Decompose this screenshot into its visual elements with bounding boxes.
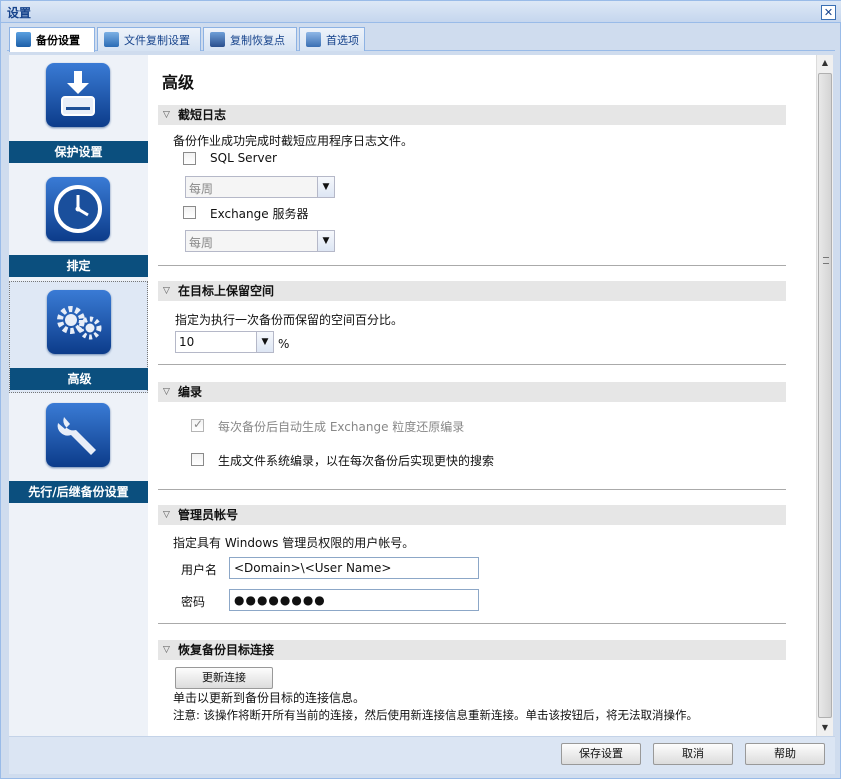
chevron-down-icon: ▼	[256, 332, 273, 352]
copy-recovery-point-icon	[210, 32, 225, 47]
section-header: 在目标上保留空间	[178, 284, 275, 298]
tab-label: 备份设置	[36, 34, 80, 47]
tab-backup-settings[interactable]: 备份设置	[9, 27, 95, 52]
exchange-catalog-label: 每次备份后自动生成 Exchange 粒度还原编录	[218, 420, 465, 434]
tab-bar: 备份设置 文件复制设置 复制恢复点 首选项	[7, 25, 835, 52]
hard-drive-download-icon	[46, 63, 110, 127]
grip-icon	[823, 257, 829, 264]
chevron-down-icon: ▼	[317, 177, 334, 197]
username-input[interactable]: <Domain>\<User Name>	[229, 557, 479, 579]
vertical-scrollbar[interactable]: ▲ ▼	[816, 55, 833, 736]
gears-icon	[47, 290, 111, 354]
save-settings-button[interactable]: 保存设置	[561, 743, 641, 765]
backup-icon	[16, 32, 31, 47]
tab-preferences[interactable]: 首选项	[299, 27, 365, 51]
password-input[interactable]: ●●●●●●●●	[229, 589, 479, 611]
username-label: 用户名	[181, 563, 218, 577]
collapse-triangle-icon: ▽	[163, 387, 170, 397]
reconnect-note: 注意: 该操作将断开所有当前的连接，然后使用新连接信息重新连接。单击该按钮后，将…	[173, 708, 699, 722]
sidebar-item-label: 高级	[10, 368, 149, 390]
sidebar-item-label: 先行/后继备份设置	[9, 481, 148, 503]
tab-label: 首选项	[326, 34, 359, 47]
tab-label: 复制恢复点	[230, 34, 285, 47]
scroll-thumb[interactable]	[818, 73, 832, 718]
preferences-icon	[306, 32, 321, 47]
tab-copy-recovery-point[interactable]: 复制恢复点	[203, 27, 297, 51]
reserve-percent-combo[interactable]: 10 ▼	[175, 331, 274, 353]
clock-icon	[46, 177, 110, 241]
chevron-down-icon: ▼	[317, 231, 334, 251]
section-header: 编录	[178, 385, 203, 399]
fs-catalog-label: 生成文件系统编录，以在每次备份后实现更快的搜索	[218, 454, 495, 468]
fs-catalog-checkbox[interactable]	[191, 453, 204, 466]
section-admin-account[interactable]: ▽ 管理员帐号	[158, 505, 786, 525]
exchange-frequency-select[interactable]: 每周 ▼	[185, 230, 335, 252]
sidebar-item-advanced[interactable]: 高级	[9, 281, 149, 393]
select-value: 每周	[189, 236, 214, 250]
section-header: 截短日志	[178, 108, 227, 122]
divider	[158, 265, 786, 266]
sidebar-item-label: 排定	[9, 255, 148, 277]
collapse-triangle-icon: ▽	[163, 510, 170, 520]
scroll-up-icon[interactable]: ▲	[817, 55, 833, 71]
close-icon[interactable]: ✕	[821, 5, 836, 20]
collapse-triangle-icon: ▽	[163, 110, 170, 120]
section-header: 恢复备份目标连接	[178, 643, 275, 657]
exchange-checkbox[interactable]	[183, 206, 196, 219]
select-value: 10	[179, 335, 195, 349]
section-reserve-space[interactable]: ▽ 在目标上保留空间	[158, 281, 786, 301]
help-button[interactable]: 帮助	[745, 743, 825, 765]
section-catalog[interactable]: ▽ 编录	[158, 382, 786, 402]
admin-desc: 指定具有 Windows 管理员权限的用户帐号。	[173, 536, 415, 550]
wrench-icon	[46, 403, 110, 467]
sidebar-item-protection[interactable]: 保护设置	[9, 55, 148, 167]
exchange-label: Exchange 服务器	[210, 207, 309, 221]
file-copy-icon	[104, 32, 119, 47]
update-connection-button[interactable]: 更新连接	[175, 667, 273, 689]
sql-frequency-select[interactable]: 每周 ▼	[185, 176, 335, 198]
exchange-catalog-checkbox[interactable]	[191, 417, 204, 432]
reserve-desc: 指定为执行一次备份而保留的空间百分比。	[175, 313, 404, 327]
percent-unit: %	[278, 337, 290, 351]
collapse-triangle-icon: ▽	[163, 286, 170, 296]
sidebar: 保护设置 排定 高级 先行/后继备份设置	[9, 55, 149, 736]
sidebar-item-label: 保护设置	[9, 141, 148, 163]
divider	[158, 364, 786, 365]
content-panel: 高级 ▽ 截短日志 备份作业成功完成时截短应用程序日志文件。 SQL Server…	[148, 55, 816, 736]
sidebar-item-schedule[interactable]: 排定	[9, 169, 148, 281]
sql-server-label: SQL Server	[210, 151, 277, 165]
collapse-triangle-icon: ▽	[163, 645, 170, 655]
sql-server-checkbox[interactable]	[183, 152, 196, 165]
scroll-down-icon[interactable]: ▼	[817, 720, 833, 736]
footer-bar: 保存设置 取消 帮助	[9, 736, 835, 774]
tab-label: 文件复制设置	[124, 34, 190, 47]
window-title: 设置	[7, 6, 32, 20]
password-label: 密码	[181, 595, 206, 609]
cancel-button[interactable]: 取消	[653, 743, 733, 765]
reconnect-desc: 单击以更新到备份目标的连接信息。	[173, 691, 366, 705]
select-value: 每周	[189, 182, 214, 196]
section-restore-connection[interactable]: ▽ 恢复备份目标连接	[158, 640, 786, 660]
settings-window: 设置 ✕ 备份设置 文件复制设置 复制恢复点 首选项 保护设置 排定 高级 先行…	[0, 0, 841, 779]
section-truncate-logs[interactable]: ▽ 截短日志	[158, 105, 786, 125]
tab-file-copy-settings[interactable]: 文件复制设置	[97, 27, 201, 51]
divider	[158, 489, 786, 490]
section-header: 管理员帐号	[178, 508, 239, 522]
title-bar: 设置 ✕	[1, 1, 841, 23]
sidebar-item-pre-post-backup[interactable]: 先行/后继备份设置	[9, 395, 148, 507]
truncate-desc: 备份作业成功完成时截短应用程序日志文件。	[173, 134, 414, 148]
divider	[158, 623, 786, 624]
page-title: 高级	[162, 73, 195, 92]
